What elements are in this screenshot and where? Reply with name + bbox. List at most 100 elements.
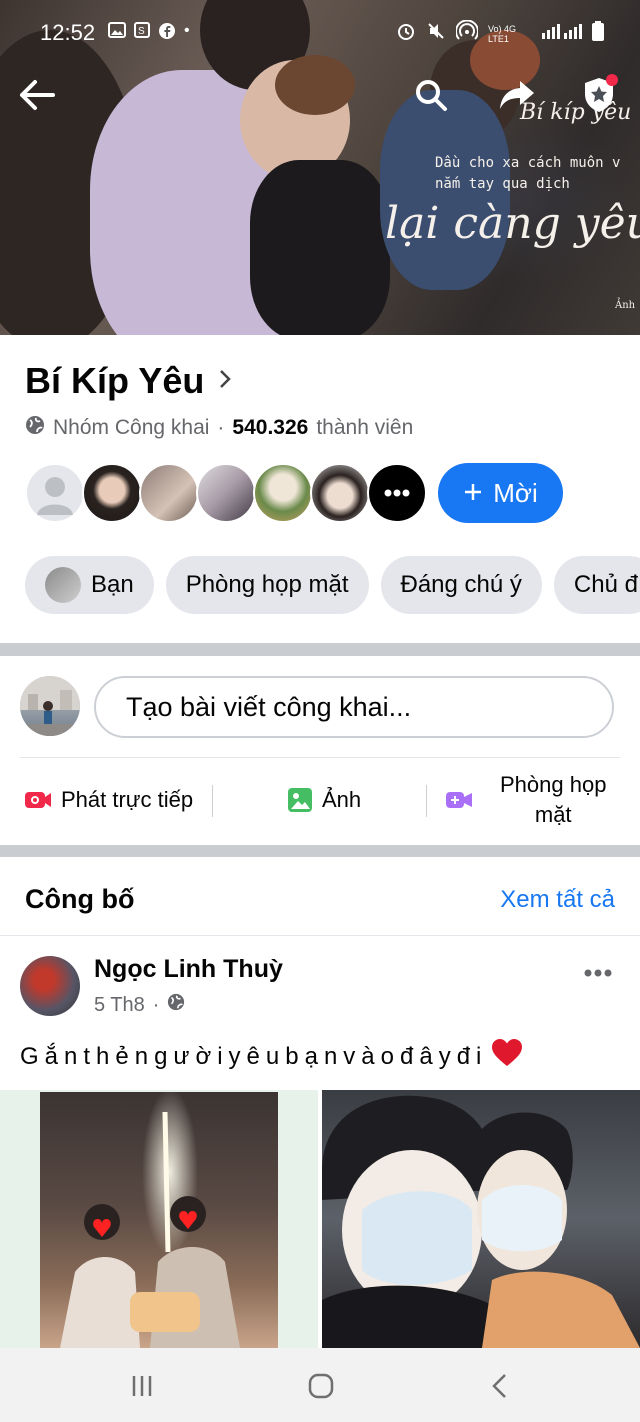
battery-icon [592, 21, 604, 46]
post-photo-2[interactable] [322, 1090, 640, 1348]
user-avatar[interactable] [20, 676, 80, 736]
dot-separator: · [152, 993, 160, 1016]
composer-placeholder: Tạo bài viết công khai... [126, 691, 412, 722]
avatar[interactable] [196, 463, 256, 523]
plus-icon [463, 478, 483, 509]
group-name-link[interactable]: Bí Kíp Yêu [25, 360, 232, 402]
photo-label: Ảnh [322, 787, 362, 812]
photo-button[interactable]: Ảnh [288, 770, 361, 830]
avatar[interactable] [253, 463, 313, 523]
share-arrow-icon [500, 81, 534, 109]
post-meta: 5 Th8 · [94, 993, 185, 1017]
friend-avatar [45, 567, 81, 603]
avatar[interactable] [82, 463, 142, 523]
avatar[interactable] [25, 463, 85, 523]
cover-line-1: Dầu cho xa cách muôn v [435, 155, 621, 171]
back-arrow-icon [20, 80, 55, 110]
back-chevron-icon [492, 1374, 506, 1398]
chip-topics[interactable]: Chủ đ [553, 556, 640, 614]
group-tabs: Bạn Phòng họp mặt Đáng chú ý Chủ đ [25, 556, 640, 614]
room-label: Phòng họp mặt [500, 770, 606, 830]
globe-icon [167, 993, 185, 1017]
more-dots-icon [384, 489, 410, 497]
chevron-right-icon [218, 366, 232, 397]
invite-label: Mời [493, 477, 538, 508]
home-icon [308, 1373, 334, 1399]
cover-credit: Ảnh [615, 300, 636, 311]
announcements-title: Công bố [25, 884, 135, 914]
cover-line-2: nắm tay qua dịch [435, 176, 570, 192]
signal-icon [542, 23, 582, 44]
recent-apps-icon [132, 1376, 152, 1396]
chip-featured[interactable]: Đáng chú ý [380, 556, 542, 614]
more-notifications-dot: • [184, 22, 190, 39]
invite-button[interactable]: Mời [438, 463, 563, 523]
search-icon [416, 80, 447, 111]
more-dots-icon [584, 969, 612, 977]
create-post-input[interactable]: Tạo bài viết công khai... [94, 676, 614, 738]
sim-icon: S [134, 22, 150, 45]
announcements-separator [0, 935, 640, 936]
more-members-button[interactable] [367, 463, 427, 523]
member-avatars[interactable] [25, 463, 427, 523]
facebook-icon [158, 22, 176, 45]
status-time: 12:52 [40, 20, 96, 45]
room-video-icon [446, 792, 472, 808]
live-video-icon [25, 792, 51, 808]
see-all-link[interactable]: Xem tất cả [500, 886, 615, 914]
member-count[interactable]: 540.326 [232, 416, 308, 440]
go-live-label: Phát trực tiếp [61, 787, 194, 812]
room-label-line1: Phòng họp [500, 772, 607, 797]
admin-tools-button[interactable] [574, 70, 624, 120]
system-icons: Vo) 4G LTE1 [396, 19, 604, 47]
chip-label: Phòng họp mặt [185, 571, 349, 598]
notification-icons: S • [108, 22, 190, 45]
room-label-line2: mặt [534, 802, 572, 827]
mute-icon [426, 21, 446, 46]
group-name: Bí Kíp Yêu [25, 360, 205, 401]
go-live-button[interactable]: Phát trực tiếp [25, 770, 193, 830]
photo-2-image [322, 1095, 640, 1348]
gallery-icon [108, 22, 126, 45]
system-back-button[interactable] [480, 1366, 520, 1406]
chip-rooms[interactable]: Phòng họp mặt [165, 556, 369, 614]
network-label: Vo) 4G LTE1 [488, 23, 517, 44]
svg-text:S: S [138, 26, 145, 37]
chip-friends[interactable]: Bạn [25, 556, 154, 614]
action-separator [426, 785, 427, 817]
post-date[interactable]: 5 Th8 [94, 994, 145, 1017]
section-divider [0, 845, 640, 857]
system-navigation-bar [0, 1348, 640, 1422]
composer-separator [20, 757, 620, 758]
status-bar: 12:52 S • Vo) 4G LTE1 [0, 0, 640, 64]
alarm-icon [396, 21, 416, 46]
post-text-content: Gắnthẻngườiyêubạnvàođâyđi [20, 1042, 488, 1070]
post-text: Gắnthẻngườiyêubạnvàođâyđi [20, 1038, 523, 1075]
group-meta: Nhóm Công khai · 540.326 thành viên [25, 415, 413, 441]
room-button[interactable]: Phòng họp mặt [446, 770, 606, 830]
recent-apps-button[interactable] [122, 1366, 162, 1406]
search-button[interactable] [406, 70, 456, 120]
post-photo-1[interactable] [0, 1090, 318, 1348]
photo-1-image [40, 1092, 278, 1348]
home-button[interactable] [301, 1366, 341, 1406]
post-author-name[interactable]: Ngọc Linh Thuỳ [94, 955, 283, 984]
member-label[interactable]: thành viên [316, 416, 413, 440]
group-privacy: Nhóm Công khai [53, 416, 210, 439]
chip-label: Bạn [91, 571, 134, 598]
photo-icon [288, 788, 312, 812]
chip-label: Đáng chú ý [400, 571, 522, 598]
share-button[interactable] [492, 70, 542, 120]
section-divider [0, 643, 640, 656]
avatar[interactable] [310, 463, 370, 523]
post-author-avatar[interactable] [20, 956, 80, 1016]
cover-line-3: lại càng yêu thư [385, 198, 640, 249]
globe-icon [25, 415, 45, 441]
chip-label: Chủ đ [573, 571, 638, 598]
hotspot-icon [455, 19, 479, 47]
avatar[interactable] [139, 463, 199, 523]
action-separator [212, 785, 213, 817]
back-button[interactable] [12, 70, 62, 120]
post-options-button[interactable] [584, 952, 612, 984]
meta-separator: · [217, 416, 225, 439]
